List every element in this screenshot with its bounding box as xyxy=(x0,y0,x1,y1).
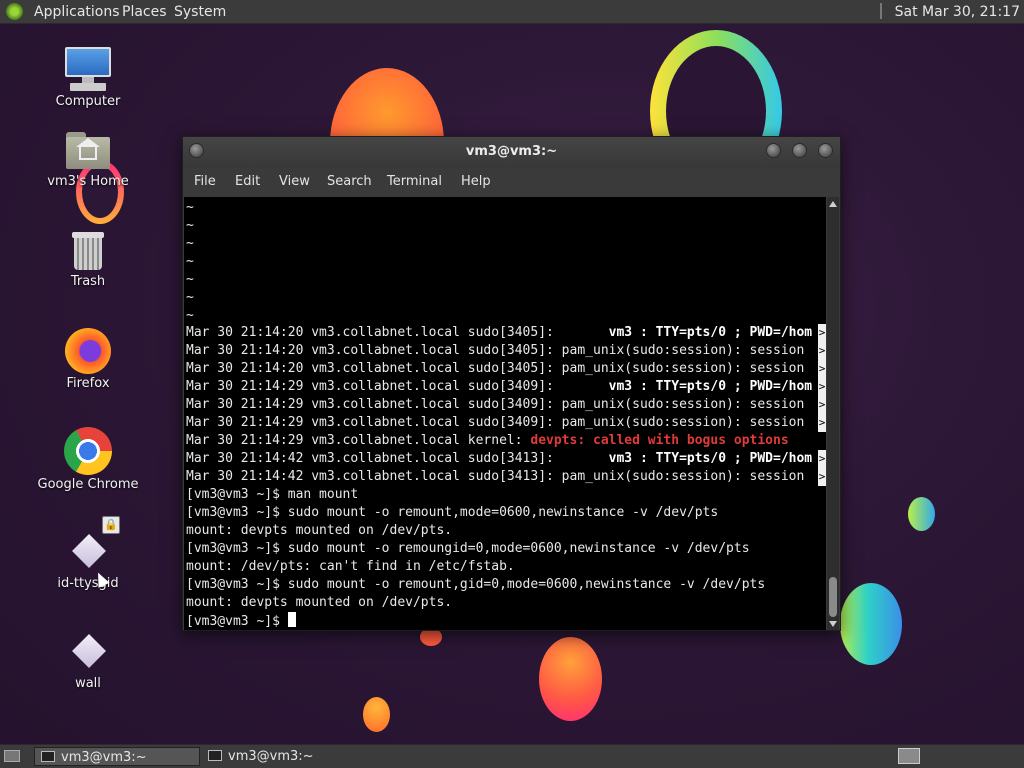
desktop-icon-label: vm3's Home xyxy=(47,174,129,189)
kernel-error-text: devpts: called with bogus options xyxy=(530,433,789,448)
menu-view[interactable]: View xyxy=(279,167,310,197)
minimize-button[interactable] xyxy=(766,143,781,158)
session-line: [vm3@vm3 ~]$ man mount xyxy=(186,487,359,502)
window-titlebar[interactable]: vm3@vm3:~ xyxy=(183,137,840,167)
trash-icon xyxy=(68,230,108,272)
scrollbar-thumb[interactable] xyxy=(829,577,837,617)
terminal-line: ~ xyxy=(186,236,194,251)
wallpaper-large-blue-blob xyxy=(840,583,902,665)
terminal-line: ~ xyxy=(186,218,194,233)
log-line: Mar 30 21:14:29 vm3.collabnet.local kern… xyxy=(186,433,789,448)
log-line: Mar 30 21:14:29 vm3.collabnet.local sudo… xyxy=(186,414,826,432)
firefox-icon xyxy=(65,328,111,374)
terminal-output[interactable]: ~ ~ ~ ~ ~ ~ ~ Mar 30 21:14:20 vm3.collab… xyxy=(184,197,826,630)
file-icon xyxy=(68,530,108,570)
desktop-icon-id-ttysgid[interactable]: 🔒 id-ttysgid xyxy=(33,516,143,591)
log-line: Mar 30 21:14:20 vm3.collabnet.local sudo… xyxy=(186,342,826,360)
desktop-icon-home[interactable]: vm3's Home xyxy=(33,130,143,189)
desktop-icon-label: Firefox xyxy=(66,376,110,391)
taskbar-item[interactable]: vm3@vm3:~ xyxy=(202,747,368,766)
taskbar-item-active[interactable]: vm3@vm3:~ xyxy=(34,747,200,766)
desktop-icon-trash[interactable]: Trash xyxy=(33,230,143,289)
desktop-icon-wall[interactable]: wall xyxy=(33,630,143,691)
menu-help[interactable]: Help xyxy=(461,167,491,197)
session-line: mount: /dev/pts: can't find in /etc/fsta… xyxy=(186,559,515,574)
computer-icon xyxy=(64,46,112,92)
terminal-line: ~ xyxy=(186,308,194,323)
log-line: Mar 30 21:14:29 vm3.collabnet.local sudo… xyxy=(186,378,826,396)
desktop-icon-label: Google Chrome xyxy=(37,477,139,492)
scroll-up-arrow-icon[interactable] xyxy=(829,201,837,207)
wallpaper-small-orange-blob xyxy=(363,697,390,732)
window-menu-button[interactable] xyxy=(189,143,204,158)
terminal-line: ~ xyxy=(186,254,194,269)
terminal-line: ~ xyxy=(186,272,194,287)
lock-emblem-icon: 🔒 xyxy=(102,516,120,534)
terminal-line: ~ xyxy=(186,200,194,215)
menu-file[interactable]: File xyxy=(194,167,216,197)
terminal-icon xyxy=(208,750,222,761)
terminal-line: ~ xyxy=(186,290,194,305)
show-desktop-icon[interactable] xyxy=(4,750,20,762)
taskbar-item-label: vm3@vm3:~ xyxy=(228,749,314,764)
wallpaper-pink-blob xyxy=(539,637,602,721)
truncation-marker: > xyxy=(818,396,826,414)
terminal-icon xyxy=(41,751,55,762)
menu-terminal[interactable]: Terminal xyxy=(387,167,442,197)
log-line: Mar 30 21:14:20 vm3.collabnet.local sudo… xyxy=(186,360,826,378)
truncation-marker: > xyxy=(818,324,826,342)
prompt-line[interactable]: [vm3@vm3 ~]$ xyxy=(186,612,296,630)
truncation-marker: > xyxy=(818,414,826,432)
desktop-icon-label: Trash xyxy=(70,274,106,289)
text-cursor xyxy=(287,612,296,627)
truncation-marker: > xyxy=(818,378,826,396)
desktop-icon-label: id-ttysgid xyxy=(57,576,119,591)
menu-places[interactable]: Places xyxy=(122,0,167,24)
desktop-icon-label: Computer xyxy=(55,94,121,109)
desktop-icon-computer[interactable]: Computer xyxy=(33,46,143,109)
workspace-switcher[interactable] xyxy=(898,748,920,764)
log-line: Mar 30 21:14:42 vm3.collabnet.local sudo… xyxy=(186,468,826,486)
panel-separator xyxy=(880,3,883,19)
close-button[interactable] xyxy=(818,143,833,158)
truncation-marker: > xyxy=(818,342,826,360)
maximize-button[interactable] xyxy=(792,143,807,158)
wallpaper-blue-blob xyxy=(908,497,935,531)
menu-system[interactable]: System xyxy=(174,0,226,24)
session-line: [vm3@vm3 ~]$ sudo mount -o remoungid=0,m… xyxy=(186,541,750,556)
desktop-icon-label: wall xyxy=(75,676,101,691)
menu-applications[interactable]: Applications xyxy=(34,0,120,24)
log-line: Mar 30 21:14:20 vm3.collabnet.local sudo… xyxy=(186,324,826,342)
desktop-icon-firefox[interactable]: Firefox xyxy=(33,328,143,391)
log-line: Mar 30 21:14:42 vm3.collabnet.local sudo… xyxy=(186,450,826,468)
window-menubar: File Edit View Search Terminal Help xyxy=(183,167,840,197)
scroll-down-arrow-icon[interactable] xyxy=(829,621,837,627)
gnome-foot-icon[interactable] xyxy=(6,3,23,20)
menu-edit[interactable]: Edit xyxy=(235,167,260,197)
chrome-icon xyxy=(64,427,112,475)
terminal-scrollbar[interactable] xyxy=(827,197,839,630)
session-line: [vm3@vm3 ~]$ sudo mount -o remount,gid=0… xyxy=(186,577,766,592)
home-folder-icon xyxy=(65,130,111,170)
log-line: Mar 30 21:14:29 vm3.collabnet.local sudo… xyxy=(186,396,826,414)
desktop-icon-chrome[interactable]: Google Chrome xyxy=(33,427,143,492)
menu-search[interactable]: Search xyxy=(327,167,372,197)
taskbar-item-label: vm3@vm3:~ xyxy=(61,750,147,765)
clock-area: Sat Mar 30, 21:17 xyxy=(880,0,1024,24)
session-line: [vm3@vm3 ~]$ sudo mount -o remount,mode=… xyxy=(186,505,719,520)
panel-clock[interactable]: Sat Mar 30, 21:17 xyxy=(895,4,1020,20)
truncation-marker: > xyxy=(818,450,826,468)
window-title: vm3@vm3:~ xyxy=(465,144,558,159)
terminal-window: vm3@vm3:~ File Edit View Search Terminal… xyxy=(182,136,841,631)
top-panel: Applications Places System Sat Mar 30, 2… xyxy=(0,0,1024,24)
truncation-marker: > xyxy=(818,468,826,486)
shell-prompt: [vm3@vm3 ~]$ xyxy=(186,614,288,629)
bottom-panel: vm3@vm3:~ vm3@vm3:~ xyxy=(0,744,1024,768)
file-icon xyxy=(68,630,108,670)
session-line: mount: devpts mounted on /dev/pts. xyxy=(186,523,453,538)
session-line: mount: devpts mounted on /dev/pts. xyxy=(186,595,453,610)
truncation-marker: > xyxy=(818,360,826,378)
